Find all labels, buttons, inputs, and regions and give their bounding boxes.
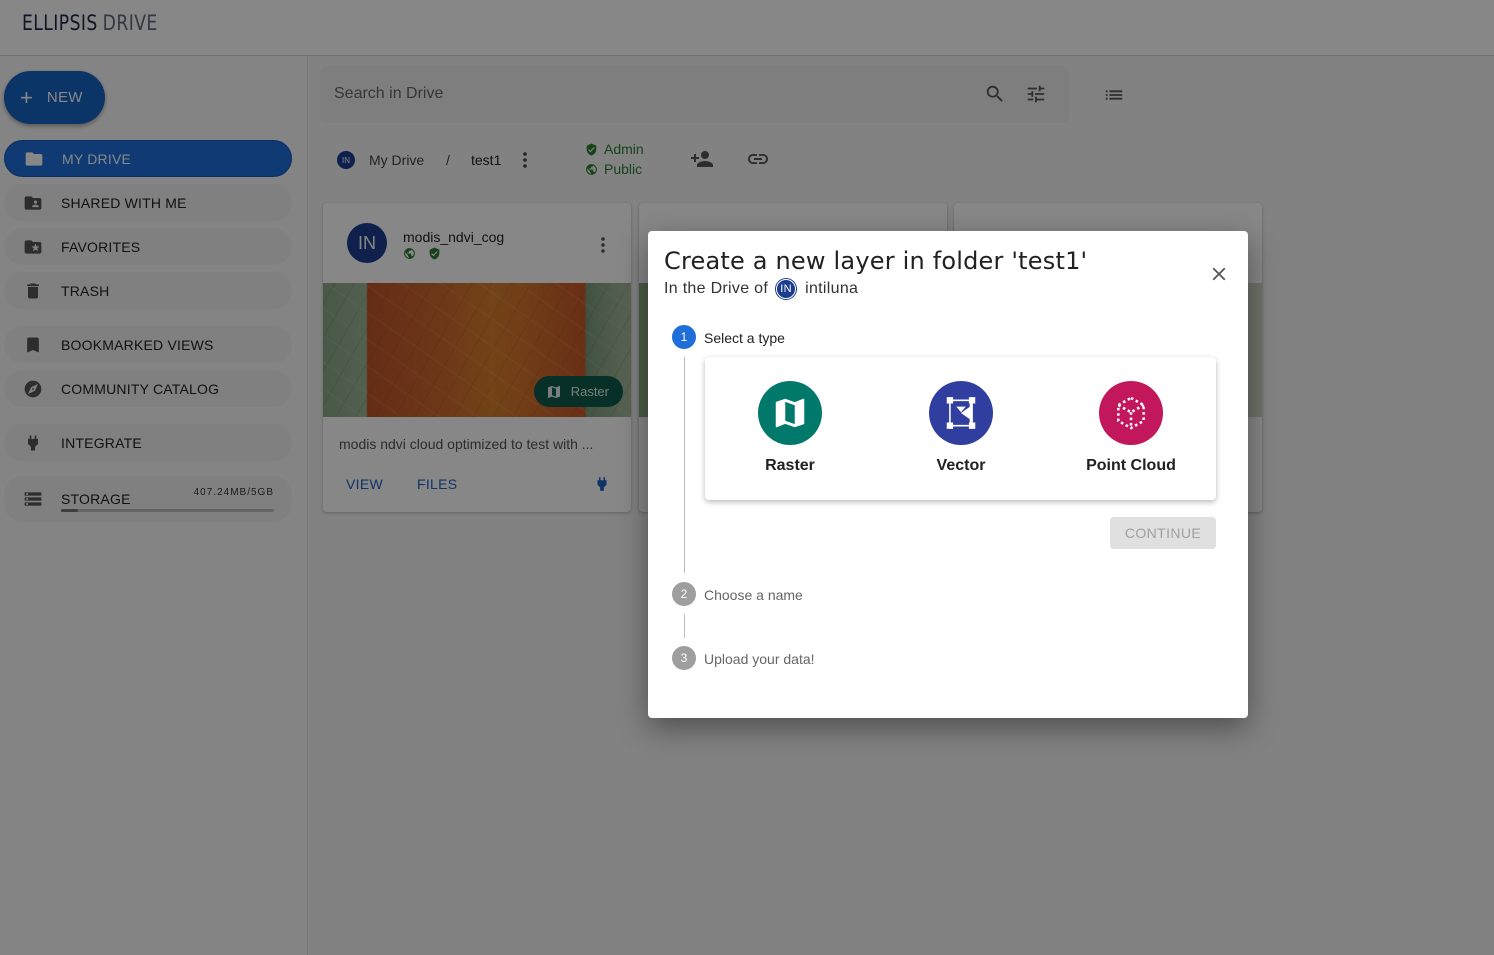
type-option-point-cloud[interactable]: Point Cloud [1061, 381, 1201, 475]
owner-name: intiluna [805, 280, 859, 297]
cube-icon [1099, 381, 1163, 445]
step-label-select-type[interactable]: Select a type [704, 330, 785, 346]
step-label-upload-data[interactable]: Upload your data! [704, 651, 815, 667]
continue-button[interactable]: CONTINUE [1110, 517, 1216, 549]
map-icon [758, 381, 822, 445]
step-number: 2 [672, 582, 696, 606]
close-icon[interactable] [1208, 263, 1230, 285]
type-option-raster[interactable]: Raster [720, 381, 860, 475]
polygon-icon [929, 381, 993, 445]
type-option-vector[interactable]: Vector [891, 381, 1031, 475]
step-label-choose-name[interactable]: Choose a name [704, 587, 803, 603]
step-number: 3 [672, 646, 696, 670]
dialog-title: Create a new layer in folder 'test1' [664, 247, 1088, 275]
dialog-subtitle: In the Drive of IN intiluna [664, 279, 859, 299]
step-number: 1 [672, 325, 696, 349]
create-layer-dialog: Create a new layer in folder 'test1' In … [648, 231, 1248, 718]
owner-avatar: IN [776, 279, 797, 299]
step-connector [684, 614, 685, 638]
layer-type-picker: Raster Vector Point Cloud [705, 357, 1216, 500]
step-connector [684, 357, 685, 573]
